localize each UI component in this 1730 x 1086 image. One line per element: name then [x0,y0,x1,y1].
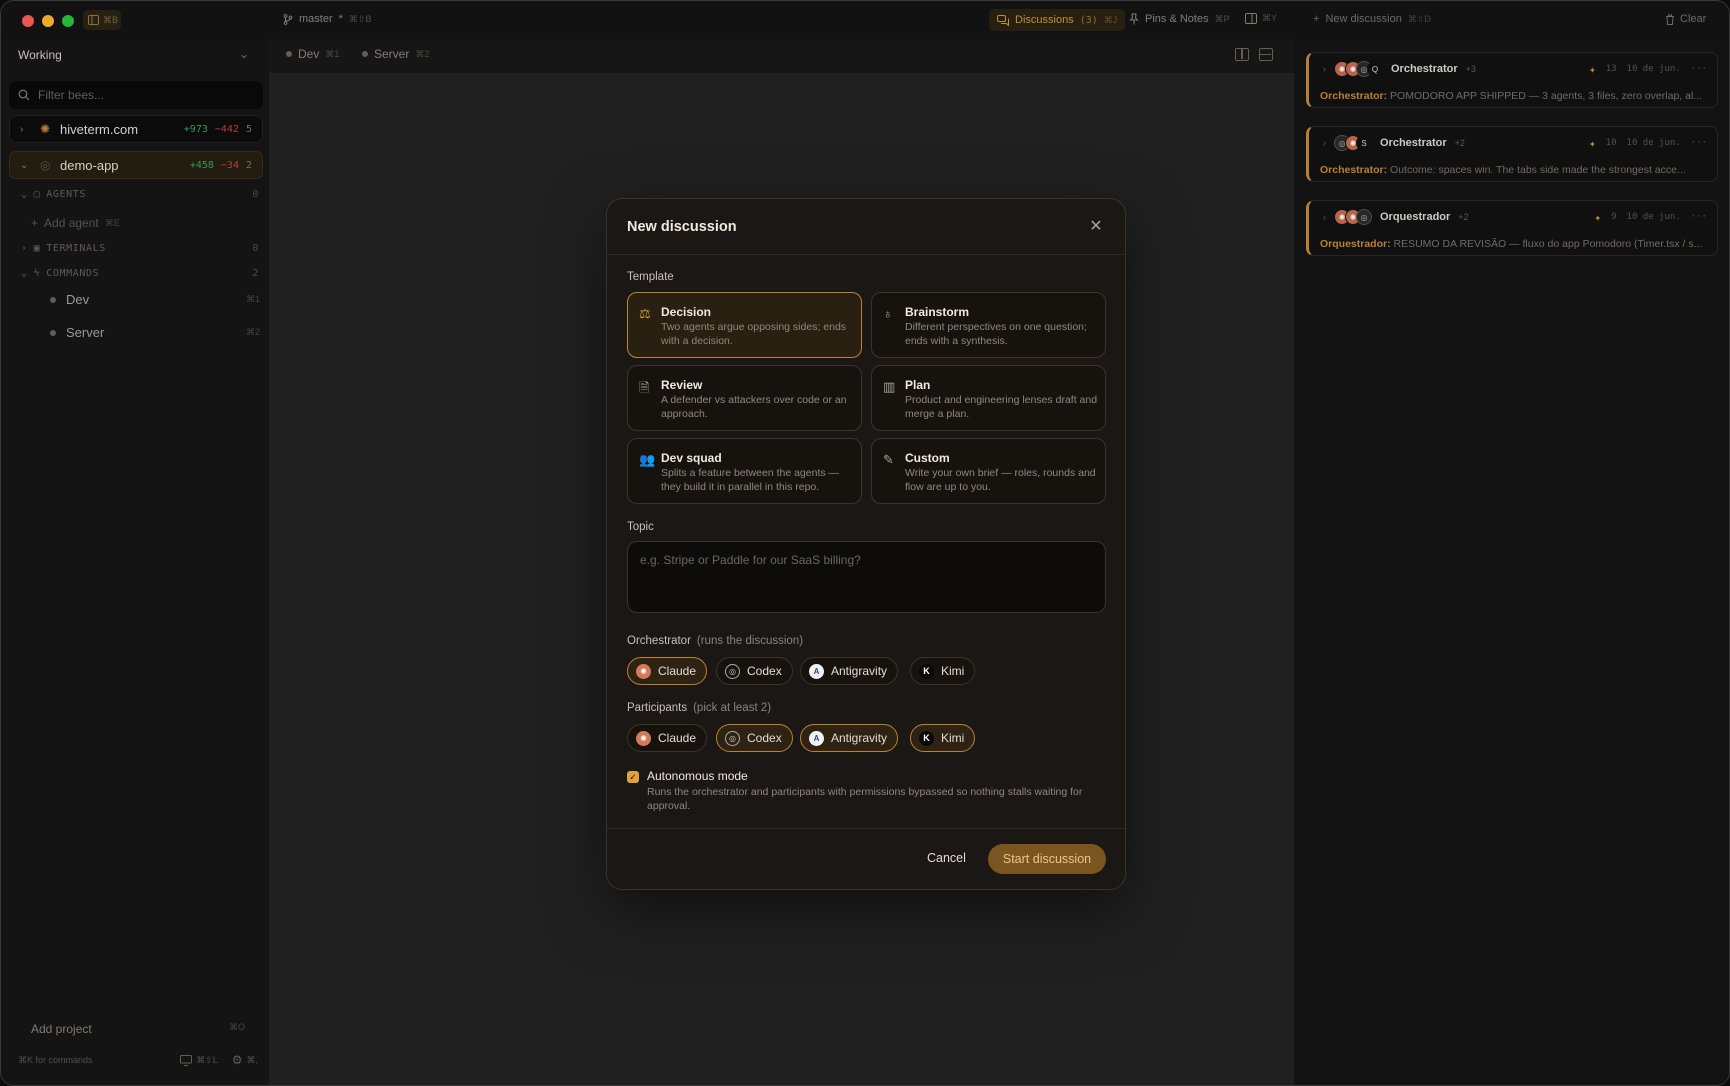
close-icon[interactable]: ✕ [1085,215,1107,237]
autonomous-mode-label[interactable]: Autonomous mode [647,769,748,783]
app-window: ⌘B master * ⌘⇧B Discussions (3) ⌘J Pins … [0,0,1730,1086]
template-desc: Write your own brief — roles, rounds and… [905,467,1096,493]
chip-label: Antigravity [831,664,888,678]
topic-box [627,541,1106,613]
orchestrator-codex-chip[interactable]: ◎ Codex [716,657,793,685]
template-review[interactable]: 🗎 Review A defender vs attackers over co… [627,365,862,431]
chip-label: Claude [658,731,697,745]
chip-label: Codex [747,664,782,678]
topic-input[interactable] [628,542,1105,612]
new-discussion-dialog: New discussion ✕ Template ⚖ Decision Two… [606,198,1126,890]
kimi-icon: K [919,730,934,746]
participants-label: Participants (pick at least 2) [627,702,772,714]
chip-label: Antigravity [831,731,888,745]
orchestrator-antigravity-chip[interactable]: A Antigravity [800,657,899,685]
lightbulb-icon: ♁ [883,306,893,321]
template-desc: Product and engineering lenses draft and… [905,394,1098,420]
chip-label: Kimi [941,731,965,745]
template-decision[interactable]: ⚖ Decision Two agents argue opposing sid… [627,292,862,358]
topic-label: Topic [627,521,654,533]
participant-antigravity-chip[interactable]: A Antigravity [800,724,899,752]
template-name: Dev squad [661,451,722,465]
template-name: Plan [905,378,931,392]
scale-icon: ⚖ [639,306,651,321]
users-icon: 👥 [639,452,656,467]
template-plan[interactable]: ▥ Plan Product and engineering lenses dr… [871,365,1106,431]
pencil-icon: ✎ [883,452,894,467]
template-custom[interactable]: ✎ Custom Write your own brief — roles, r… [871,438,1106,504]
chip-label: Kimi [941,664,965,678]
template-desc: Splits a feature between the agents — th… [661,467,840,493]
participant-kimi-chip[interactable]: K Kimi [910,724,976,752]
codex-icon: ◎ [725,730,740,746]
orchestrator-label: Orchestrator (runs the discussion) [627,635,804,647]
claude-icon: ✺ [636,663,651,679]
orchestrator-claude-chip[interactable]: ✺ Claude [627,657,708,685]
antigravity-icon: A [809,663,824,679]
template-brainstorm[interactable]: ♁ Brainstorm Different perspectives on o… [871,292,1106,358]
template-desc: A defender vs attackers over code or an … [661,394,847,420]
orchestrator-sublabel: (runs the discussion) [696,635,804,647]
template-name: Review [661,378,703,392]
participants-sublabel: (pick at least 2) [693,702,772,714]
template-dev-squad[interactable]: 👥 Dev squad Splits a feature between the… [627,438,862,504]
claude-icon: ✺ [636,730,651,746]
participant-claude-chip[interactable]: ✺ Claude [627,724,708,752]
orchestrator-kimi-chip[interactable]: K Kimi [910,657,976,685]
cancel-button[interactable]: Cancel [927,851,966,865]
chip-label: Claude [658,664,697,678]
codex-icon: ◎ [725,663,740,679]
dialog-title: New discussion [627,219,737,235]
chip-label: Codex [747,731,782,745]
antigravity-icon: A [809,730,824,746]
divider [607,254,1125,255]
participant-codex-chip[interactable]: ◎ Codex [716,724,793,752]
template-name: Custom [905,451,950,465]
template-desc: Two agents argue opposing sides; ends wi… [661,321,847,347]
autonomous-mode-desc: Runs the orchestrator and participants w… [647,786,1083,812]
autonomous-mode-checkbox[interactable]: ✓ [627,771,639,783]
template-label: Template [627,271,674,283]
template-name: Brainstorm [905,305,970,319]
template-desc: Different perspectives on one question; … [905,321,1087,347]
kimi-icon: K [919,663,934,679]
start-discussion-button[interactable]: Start discussion [988,844,1106,874]
template-name: Decision [661,305,712,319]
divider [607,828,1125,829]
map-icon: ▥ [883,379,896,394]
document-search-icon: 🗎 [639,380,650,395]
